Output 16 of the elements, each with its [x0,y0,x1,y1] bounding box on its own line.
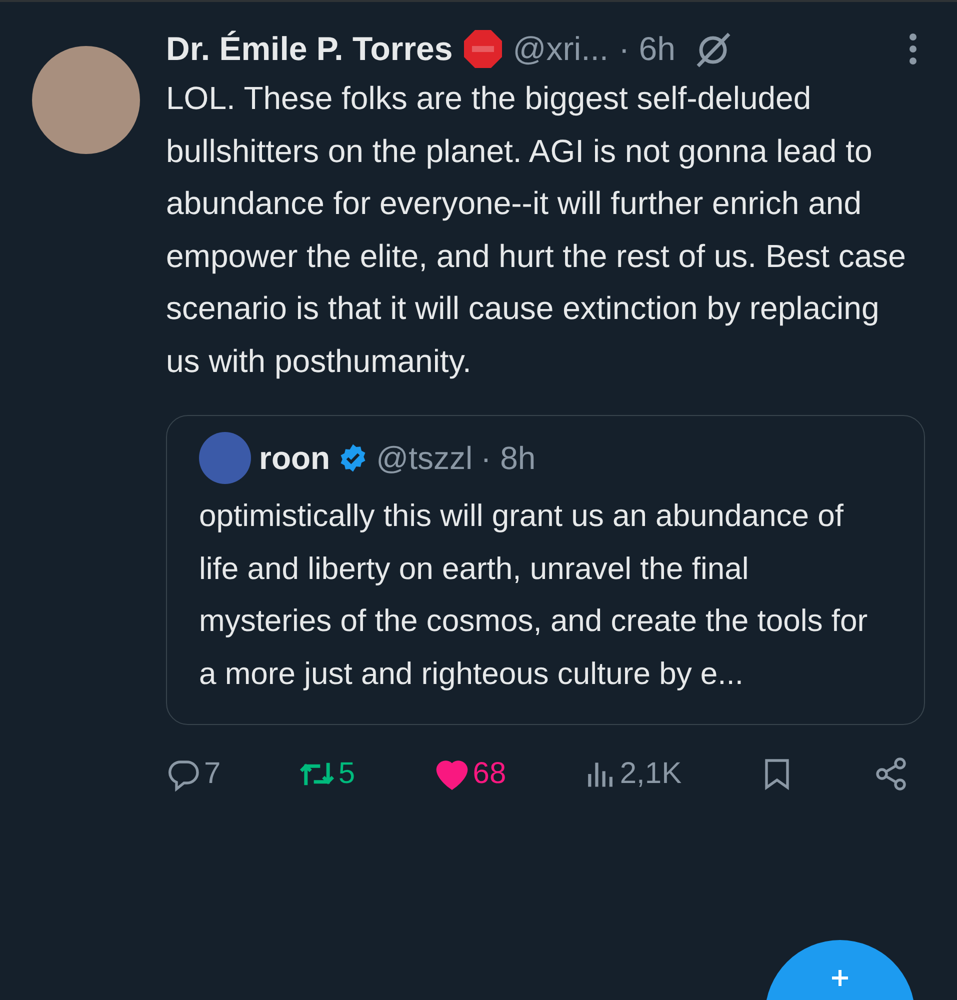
tweet-text: LOL. These folks are the biggest self-deluded bullshitters on the planet. AGI is not gonna lead to abundance for everyone--it will further enrich and empower the elite, and hurt the rest of us. Best case scenario is that it will cause extinction by replacing us with posthumanity. [166,79,907,381]
post-time: · 6h [618,30,676,68]
plus-icon [830,968,850,988]
author-name: roon [259,440,330,476]
quoted-tweet-card[interactable] [166,415,925,725]
author-handle: @xri... [512,30,609,68]
reply-button[interactable]: 7 [166,755,221,793]
avatar-placeholder [199,432,251,484]
quoted-tweet-text: optimistically this will grant us an abundance of life and liberty on earth, unravel the final mysteries of the cosmos, and create the tools for a more just and righteous culture by e... [199,497,869,692]
views-button[interactable]: 2,1K [584,755,682,793]
stop-sign-icon [462,29,503,69]
post-time: · 8h [480,440,536,476]
author-handle: @tszzl [376,440,473,476]
author-name[interactable]: Dr. Émile P. Torres [166,30,453,68]
like-button[interactable]: 68 [432,755,506,793]
retweet-button[interactable]: 5 [298,755,356,793]
